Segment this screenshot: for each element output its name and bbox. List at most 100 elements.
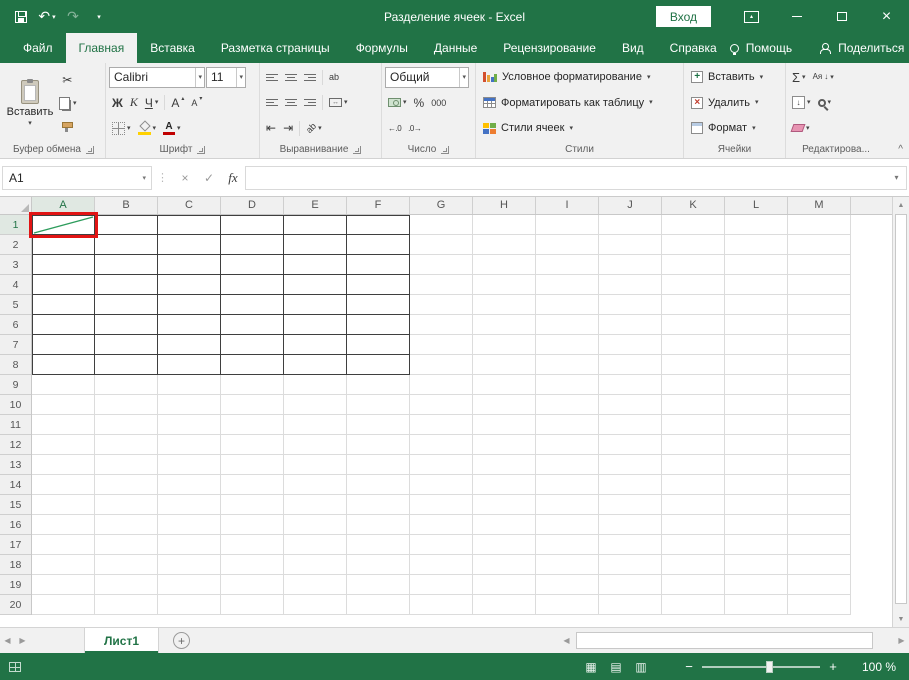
increase-decimal-button[interactable]: ←.0 <box>385 118 404 139</box>
cell-mode-icon[interactable] <box>9 662 21 672</box>
fill-button[interactable]: ↓▾ <box>789 92 814 113</box>
page-break-view-button[interactable]: ▥ <box>632 660 650 674</box>
column-header-B[interactable]: B <box>95 197 158 214</box>
row-header-17[interactable]: 17 <box>0 535 31 555</box>
tab-файл[interactable]: Файл <box>10 33 66 63</box>
cell-I10[interactable] <box>536 395 599 415</box>
cell-I1[interactable] <box>536 215 599 235</box>
cell-E4[interactable] <box>284 275 347 295</box>
cell-B1[interactable] <box>95 215 158 235</box>
cell-C4[interactable] <box>158 275 221 295</box>
cell-L7[interactable] <box>725 335 788 355</box>
scroll-up-button[interactable]: ▲ <box>893 197 909 213</box>
cell-J9[interactable] <box>599 375 662 395</box>
cell-D6[interactable] <box>221 315 284 335</box>
cell-K12[interactable] <box>662 435 725 455</box>
cut-button[interactable]: ✂ <box>55 69 80 90</box>
cell-K18[interactable] <box>662 555 725 575</box>
row-header-18[interactable]: 18 <box>0 555 31 575</box>
cell-G6[interactable] <box>410 315 473 335</box>
cell-A2[interactable] <box>32 235 95 255</box>
cell-C16[interactable] <box>158 515 221 535</box>
cell-F16[interactable] <box>347 515 410 535</box>
cell-D3[interactable] <box>221 255 284 275</box>
cell-G2[interactable] <box>410 235 473 255</box>
cell-H15[interactable] <box>473 495 536 515</box>
insert-cells-button[interactable]: Вставить ▾ <box>687 66 782 88</box>
font-family-dropdown-icon[interactable]: ▾ <box>195 68 204 87</box>
cell-E13[interactable] <box>284 455 347 475</box>
cell-L3[interactable] <box>725 255 788 275</box>
row-header-13[interactable]: 13 <box>0 455 31 475</box>
cell-L11[interactable] <box>725 415 788 435</box>
cell-G7[interactable] <box>410 335 473 355</box>
cell-H1[interactable] <box>473 215 536 235</box>
cell-M6[interactable] <box>788 315 851 335</box>
formula-input[interactable] <box>245 166 887 190</box>
cell-C19[interactable] <box>158 575 221 595</box>
column-header-C[interactable]: C <box>158 197 221 214</box>
cell-H17[interactable] <box>473 535 536 555</box>
cell-H13[interactable] <box>473 455 536 475</box>
cell-B3[interactable] <box>95 255 158 275</box>
cell-C20[interactable] <box>158 595 221 615</box>
row-header-4[interactable]: 4 <box>0 275 31 295</box>
cell-I8[interactable] <box>536 355 599 375</box>
cell-A9[interactable] <box>32 375 95 395</box>
merge-dropdown-icon[interactable]: ▾ <box>344 99 348 106</box>
cell-I20[interactable] <box>536 595 599 615</box>
percent-style-button[interactable]: % <box>411 92 428 113</box>
cell-B19[interactable] <box>95 575 158 595</box>
cell-G14[interactable] <box>410 475 473 495</box>
cell-D20[interactable] <box>221 595 284 615</box>
scroll-left-button[interactable]: ◀ <box>559 628 574 653</box>
cell-H19[interactable] <box>473 575 536 595</box>
cell-H5[interactable] <box>473 295 536 315</box>
cell-G11[interactable] <box>410 415 473 435</box>
cell-M1[interactable] <box>788 215 851 235</box>
cell-D9[interactable] <box>221 375 284 395</box>
cell-A1[interactable] <box>32 215 95 235</box>
cell-F1[interactable] <box>347 215 410 235</box>
cell-A20[interactable] <box>32 595 95 615</box>
cell-J17[interactable] <box>599 535 662 555</box>
cell-F11[interactable] <box>347 415 410 435</box>
cell-B13[interactable] <box>95 455 158 475</box>
zoom-in-button[interactable]: + <box>824 659 842 674</box>
align-middle-button[interactable] <box>282 67 300 88</box>
cell-F13[interactable] <box>347 455 410 475</box>
cell-H8[interactable] <box>473 355 536 375</box>
cell-J19[interactable] <box>599 575 662 595</box>
cell-E14[interactable] <box>284 475 347 495</box>
cell-L15[interactable] <box>725 495 788 515</box>
undo-dropdown-icon[interactable]: ▾ <box>52 13 56 21</box>
row-header-3[interactable]: 3 <box>0 255 31 275</box>
format-painter-button[interactable] <box>55 116 80 137</box>
cell-A19[interactable] <box>32 575 95 595</box>
cell-J3[interactable] <box>599 255 662 275</box>
cell-L12[interactable] <box>725 435 788 455</box>
column-header-G[interactable]: G <box>410 197 473 214</box>
sheet-tab-list1[interactable]: Лист1 <box>84 628 159 653</box>
cell-A10[interactable] <box>32 395 95 415</box>
row-header-12[interactable]: 12 <box>0 435 31 455</box>
cell-H12[interactable] <box>473 435 536 455</box>
tab-вид[interactable]: Вид <box>609 33 657 63</box>
number-dialog-launcher-icon[interactable] <box>441 146 449 154</box>
cell-A17[interactable] <box>32 535 95 555</box>
cell-G9[interactable] <box>410 375 473 395</box>
cell-I13[interactable] <box>536 455 599 475</box>
cell-I12[interactable] <box>536 435 599 455</box>
cell-A4[interactable] <box>32 275 95 295</box>
font-dialog-launcher-icon[interactable] <box>197 146 205 154</box>
cell-K15[interactable] <box>662 495 725 515</box>
column-header-E[interactable]: E <box>284 197 347 214</box>
cell-E8[interactable] <box>284 355 347 375</box>
cell-I4[interactable] <box>536 275 599 295</box>
normal-view-button[interactable]: ▦ <box>582 660 600 674</box>
cell-C12[interactable] <box>158 435 221 455</box>
cell-E9[interactable] <box>284 375 347 395</box>
zoom-percentage[interactable]: 100 % <box>852 660 896 674</box>
cell-K17[interactable] <box>662 535 725 555</box>
cell-H20[interactable] <box>473 595 536 615</box>
